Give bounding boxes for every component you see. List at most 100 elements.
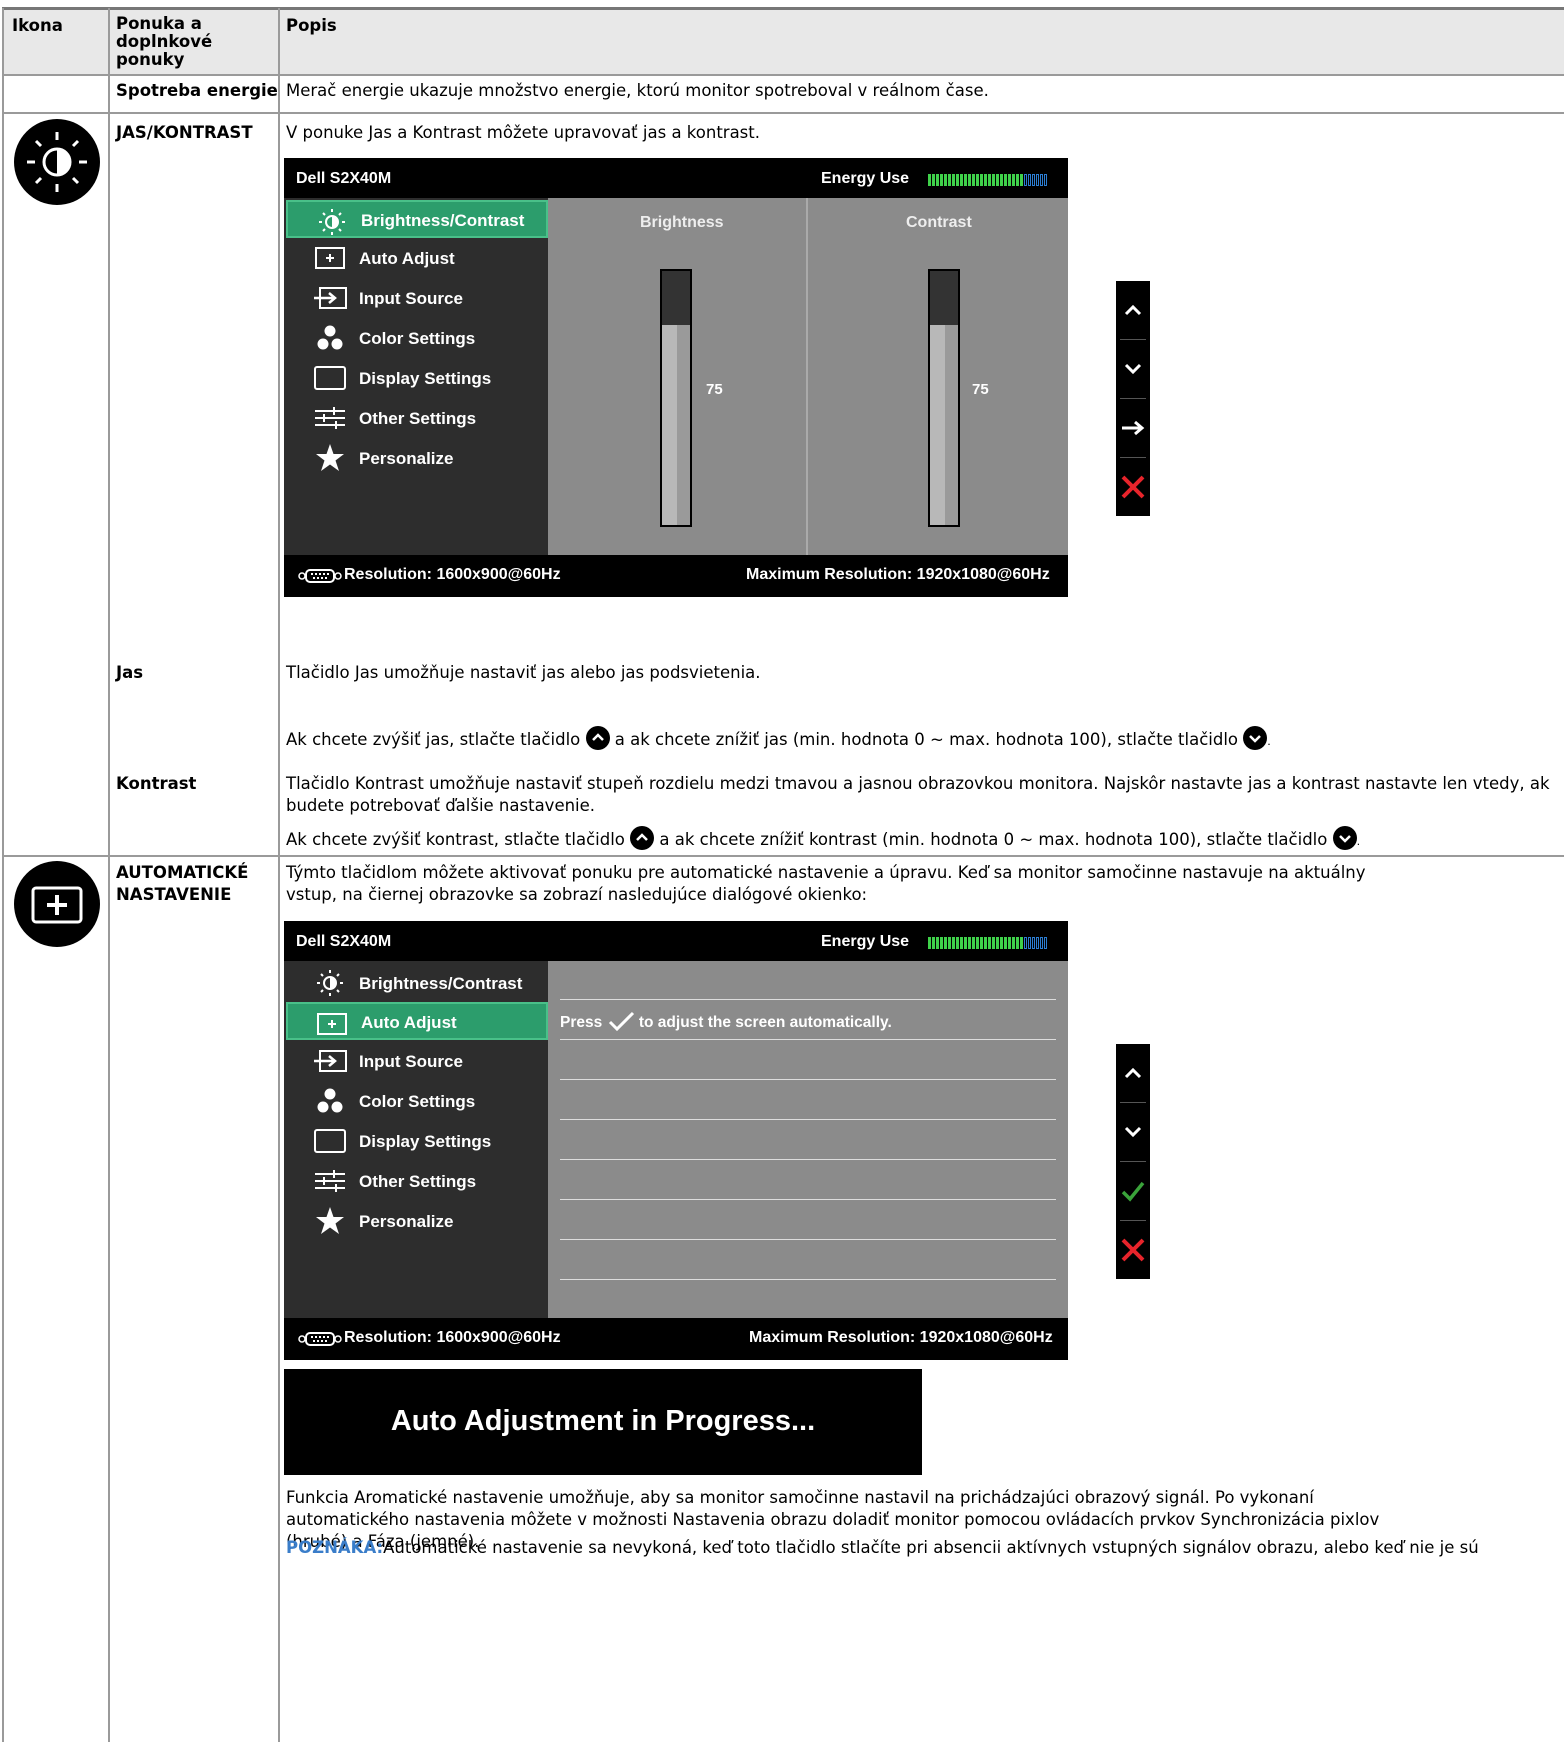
row-auto-desc: Týmto tlačidlom môžete aktivovať ponuku … (286, 863, 1366, 904)
energy-bar (984, 937, 987, 949)
row-kontrast-name: Kontrast (116, 774, 197, 793)
energy-meter (928, 172, 1048, 191)
energy-bar (1004, 174, 1007, 186)
osd-model: Dell S2X40M (296, 933, 392, 950)
energy-bar (1036, 937, 1039, 949)
osd-brightness-label: Brightness (640, 214, 724, 231)
energy-bar (1036, 174, 1039, 186)
color-settings-icon (312, 1087, 348, 1115)
star-icon (312, 444, 348, 472)
osd-menu-other-settings: Other Settings (286, 1161, 548, 1201)
row-jas-name: Jas (116, 663, 144, 682)
auto-adjustment-text: Auto Adjustment in Progress... (390, 1405, 816, 1437)
other-settings-icon (312, 404, 348, 432)
osd-contrast-label: Contrast (906, 214, 972, 231)
energy-bar (980, 174, 983, 186)
energy-bar (1028, 174, 1031, 186)
osd-menu-brightness: Brightness/Contrast (286, 200, 548, 238)
energy-bar (1016, 174, 1019, 186)
close-icon (1116, 1221, 1150, 1279)
star-icon (312, 1207, 348, 1235)
osd-energy-label: Energy Use (821, 933, 910, 950)
down-button-icon (1243, 726, 1268, 750)
osd-model: Dell S2X40M (296, 170, 392, 187)
energy-bar (1000, 937, 1003, 949)
energy-bar (980, 937, 983, 949)
osd-menu-display-settings: Display Settings (286, 358, 548, 398)
contrast-value: 75 (972, 381, 989, 398)
osd-menu-auto-adjust: Auto Adjust (286, 238, 548, 278)
energy-bar (928, 174, 931, 186)
energy-bar (988, 937, 991, 949)
energy-bar (992, 174, 995, 186)
osd-menu-personalize: Personalize (286, 1201, 548, 1241)
energy-bar (944, 174, 947, 186)
osd-brightness-screenshot: Dell S2X40M Energy Use Brightness/Contra… (284, 158, 1068, 597)
energy-bar (944, 937, 947, 949)
energy-bar (1008, 937, 1011, 949)
check-icon (608, 1011, 634, 1032)
energy-bar (1020, 937, 1023, 949)
osd-resolution: Resolution: 1600x900@60Hz (344, 566, 561, 583)
row-brightness-desc: V ponuke Jas a Kontrast môžete upravovať… (286, 123, 760, 142)
osd-auto-adjust-screenshot: Dell S2X40M Energy Use Brightness/Contra… (284, 921, 1068, 1360)
header-description: Popis (286, 16, 337, 35)
energy-bar (968, 174, 971, 186)
energy-bar (992, 937, 995, 949)
up-arrow-icon (1116, 1044, 1150, 1102)
energy-bar (1016, 937, 1019, 949)
row-jas-desc: Tlačidlo Jas umožňuje nastaviť jas alebo… (286, 663, 761, 682)
energy-bar (948, 174, 951, 186)
energy-bar (940, 937, 943, 949)
energy-bar (996, 174, 999, 186)
brightness-icon (314, 208, 350, 236)
close-icon (1116, 458, 1150, 516)
control-pad-1 (1116, 281, 1150, 516)
energy-meter (928, 935, 1048, 954)
energy-bar (972, 174, 975, 186)
energy-bar (936, 174, 939, 186)
osd-menu-auto-adjust: Auto Adjust (286, 1002, 548, 1040)
down-arrow-icon (1116, 340, 1150, 398)
note-label: POZNÁKA: (286, 1538, 384, 1557)
osd-resolution: Resolution: 1600x900@60Hz (344, 1329, 561, 1346)
vga-icon (298, 567, 342, 590)
check-icon (1116, 1162, 1150, 1220)
energy-bar (964, 937, 967, 949)
energy-bar (936, 937, 939, 949)
energy-bar (1024, 174, 1027, 186)
display-settings-icon (312, 1127, 348, 1155)
down-button-icon (1332, 826, 1357, 850)
energy-bar (932, 174, 935, 186)
energy-bar (948, 937, 951, 949)
auto-adjust-large-icon (13, 860, 101, 948)
input-source-icon (312, 1047, 348, 1075)
energy-bar (960, 174, 963, 186)
energy-bar (960, 937, 963, 949)
energy-bar (956, 937, 959, 949)
row-jas-desc2: Ak chcete zvýšiť jas, stlačte tlačidlo a… (286, 726, 1271, 753)
energy-bar (976, 937, 979, 949)
energy-bar (1008, 174, 1011, 186)
up-button-icon (630, 826, 655, 850)
row-kontrast-desc: Tlačidlo Kontrast umožňuje nastaviť stup… (286, 774, 1550, 815)
row-auto-note: POZNÁKA:Automatické nastavenie sa nevyko… (286, 1538, 1479, 1557)
brightness-icon (312, 969, 348, 997)
row-energy-desc: Merač energie ukazuje množstvo energie, … (286, 81, 989, 100)
energy-bar (1028, 937, 1031, 949)
header-icon: Ikona (12, 16, 63, 35)
osd-menu-personalize: Personalize (286, 438, 548, 478)
energy-bar (952, 937, 955, 949)
contrast-slider (928, 269, 960, 527)
right-arrow-icon (1116, 399, 1150, 457)
energy-bar (972, 937, 975, 949)
energy-bar (1040, 937, 1043, 949)
energy-bar (952, 174, 955, 186)
energy-bar (1012, 937, 1015, 949)
brightness-slider (660, 269, 692, 527)
row-kontrast-desc2: Ak chcete zvýšiť kontrast, stlačte tlači… (286, 826, 1360, 853)
energy-bar (976, 174, 979, 186)
energy-bar (968, 937, 971, 949)
osd-max-resolution: Maximum Resolution: 1920x1080@60Hz (749, 1329, 1053, 1346)
control-pad-2 (1116, 1044, 1150, 1279)
